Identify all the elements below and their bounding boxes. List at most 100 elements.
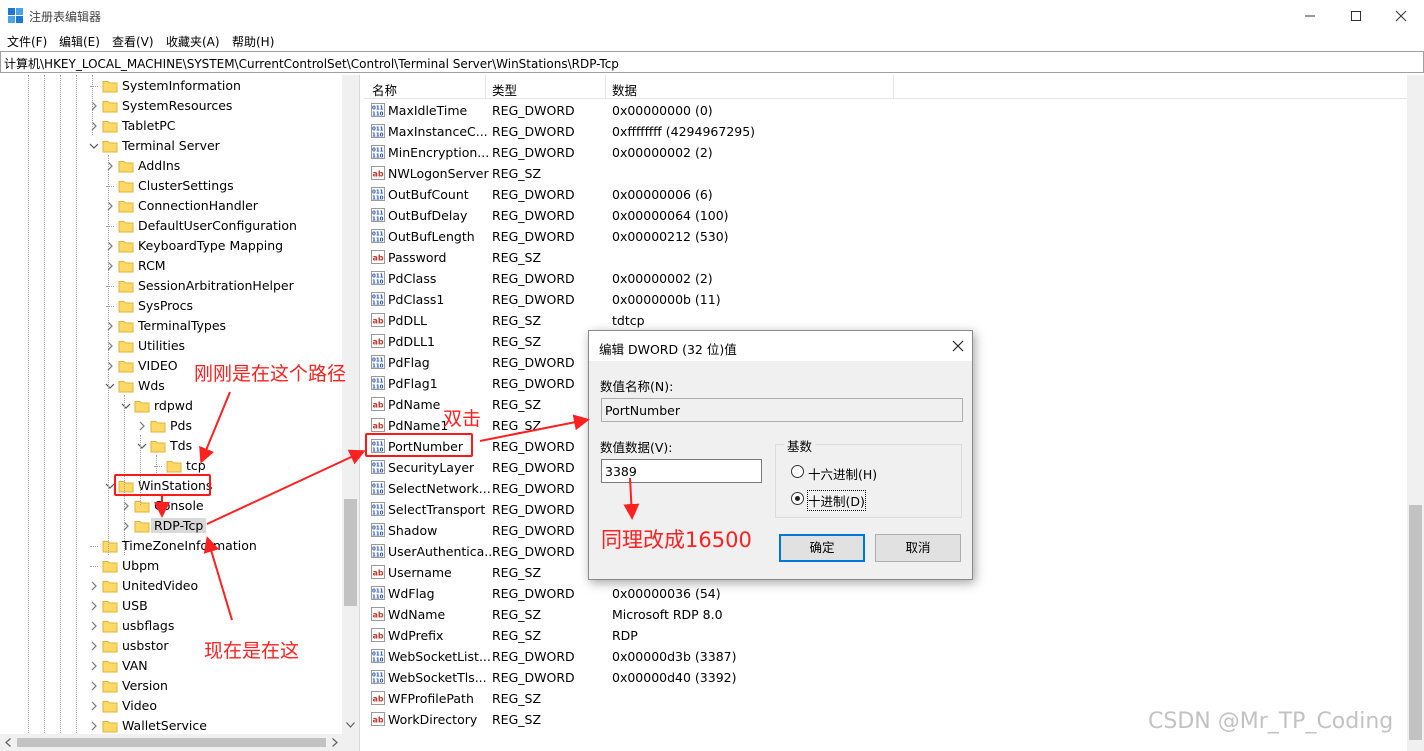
tree-item-label[interactable]: USB <box>122 598 148 613</box>
table-row[interactable]: 011 110 WdFlag REG_DWORD 0x00000036 (54) <box>364 583 1404 604</box>
chevron-down-icon[interactable] <box>88 140 100 152</box>
cancel-button[interactable]: 取消 <box>875 534 961 562</box>
menu-view[interactable]: 查看(V) <box>112 33 154 50</box>
chevron-right-icon[interactable] <box>120 520 132 532</box>
tree-item[interactable]: RCM <box>0 256 340 276</box>
tree-item[interactable]: SysProcs <box>0 296 340 316</box>
table-row[interactable]: 011 110 MaxInstanceC... REG_DWORD 0xffffffff… <box>364 121 1404 142</box>
tree-vertical-scrollbar[interactable] <box>342 75 359 734</box>
tree-item-label[interactable]: RDP-Tcp <box>151 518 207 533</box>
tree-item[interactable]: tcp <box>0 456 340 476</box>
tree-item-label[interactable]: tcp <box>186 458 206 473</box>
tree-item-label[interactable]: Wds <box>138 378 165 393</box>
chevron-right-icon[interactable] <box>88 640 100 652</box>
scroll-right-arrow-icon[interactable] <box>332 738 338 747</box>
tree-item[interactable]: Terminal Server <box>0 136 340 156</box>
table-row[interactable]: ab NWLogonServer REG_SZ <box>364 163 1404 184</box>
tree-item-label[interactable]: Terminal Server <box>122 138 220 153</box>
menu-edit[interactable]: 编辑(E) <box>59 33 100 50</box>
tree-item[interactable]: UnitedVideo <box>0 576 340 596</box>
tree-item[interactable]: Tds <box>0 436 340 456</box>
table-row[interactable]: 011 110 MinEncryption... REG_DWORD 0x0000000… <box>364 142 1404 163</box>
tree-item-label[interactable]: rdpwd <box>154 398 193 413</box>
tree-item[interactable]: Utilities <box>0 336 340 356</box>
tree-item[interactable]: Ubpm <box>0 556 340 576</box>
tree-item-label[interactable]: Video <box>122 698 157 713</box>
tree-item-label[interactable]: usbstor <box>122 638 169 653</box>
dec-radio[interactable] <box>791 492 804 505</box>
column-divider[interactable] <box>485 75 486 99</box>
dialog-close-icon[interactable] <box>952 340 964 352</box>
tree-item-label[interactable]: Console <box>154 498 204 513</box>
dec-radio-label[interactable]: 十进制(D) <box>807 490 866 511</box>
tree-item-label[interactable]: DefaultUserConfiguration <box>138 218 297 233</box>
tree-item[interactable]: Console <box>0 496 340 516</box>
column-divider[interactable] <box>605 75 606 99</box>
tree-item[interactable]: usbflags <box>0 616 340 636</box>
table-row[interactable]: 011 110 OutBufDelay REG_DWORD 0x00000064 (10… <box>364 205 1404 226</box>
table-row[interactable]: ab Password REG_SZ <box>364 247 1404 268</box>
tree-item[interactable]: WalletService <box>0 716 340 736</box>
table-row[interactable]: 011 110 WebSocketTls... REG_DWORD 0x00000d40… <box>364 667 1404 688</box>
chevron-right-icon[interactable] <box>88 580 100 592</box>
chevron-right-icon[interactable] <box>88 600 100 612</box>
table-row[interactable]: 011 110 PdClass REG_DWORD 0x00000002 (2) <box>364 268 1404 289</box>
column-divider[interactable] <box>893 75 894 99</box>
tree-item[interactable]: USB <box>0 596 340 616</box>
list-scroll-thumb[interactable] <box>1409 505 1422 740</box>
column-data[interactable]: 数据 <box>612 80 637 99</box>
table-row[interactable]: 011 110 OutBufLength REG_DWORD 0x00000212 (5… <box>364 226 1404 247</box>
tree-item-label[interactable]: SessionArbitrationHelper <box>138 278 294 293</box>
chevron-right-icon[interactable] <box>88 680 100 692</box>
tree-item-label[interactable]: ClusterSettings <box>138 178 234 193</box>
tree-item[interactable]: ClusterSettings <box>0 176 340 196</box>
menu-help[interactable]: 帮助(H) <box>232 33 274 50</box>
hex-radio[interactable] <box>791 465 804 478</box>
tree-item-label[interactable]: TerminalTypes <box>138 318 226 333</box>
chevron-right-icon[interactable] <box>104 200 116 212</box>
tree-item-label[interactable]: VIDEO <box>138 358 178 373</box>
tree-item[interactable]: Video <box>0 696 340 716</box>
tree-item-label[interactable]: WalletService <box>122 718 207 733</box>
chevron-down-icon[interactable] <box>120 400 132 412</box>
tree-item-label[interactable]: TabletPC <box>122 118 176 133</box>
ok-button[interactable]: 确定 <box>779 534 865 562</box>
scroll-left-arrow-icon[interactable] <box>5 738 11 747</box>
address-bar[interactable]: 计算机\HKEY_LOCAL_MACHINE\SYSTEM\CurrentCon… <box>0 51 1424 73</box>
table-row[interactable]: 011 110 WebSocketList... REG_DWORD 0x00000d3… <box>364 646 1404 667</box>
chevron-right-icon[interactable] <box>104 260 116 272</box>
tree-item-label[interactable]: SystemResources <box>122 98 232 113</box>
table-row[interactable]: ab PdDLL REG_SZ tdtcp <box>364 310 1404 331</box>
table-row[interactable]: ab WdName REG_SZ Microsoft RDP 8.0 <box>364 604 1404 625</box>
value-name-field[interactable] <box>601 398 963 422</box>
tree-item[interactable]: SystemInformation <box>0 76 340 96</box>
tree-item-label[interactable]: TimeZoneInformation <box>122 538 257 553</box>
close-button[interactable] <box>1378 0 1424 31</box>
tree-item-label[interactable]: SystemInformation <box>122 78 241 93</box>
tree-item[interactable]: KeyboardType Mapping <box>0 236 340 256</box>
hex-radio-label[interactable]: 十六进制(H) <box>808 464 877 483</box>
tree-item[interactable]: DefaultUserConfiguration <box>0 216 340 236</box>
table-row[interactable]: ab WFProfilePath REG_SZ <box>364 688 1404 709</box>
chevron-right-icon[interactable] <box>136 420 148 432</box>
tree-item[interactable]: Pds <box>0 416 340 436</box>
tree-item[interactable]: AddIns <box>0 156 340 176</box>
tree-item-label[interactable]: UnitedVideo <box>122 578 198 593</box>
tree-item[interactable]: TerminalTypes <box>0 316 340 336</box>
chevron-right-icon[interactable] <box>88 620 100 632</box>
list-vertical-scrollbar[interactable] <box>1407 75 1424 751</box>
chevron-right-icon[interactable] <box>120 500 132 512</box>
value-data-field[interactable] <box>601 459 762 483</box>
chevron-right-icon[interactable] <box>88 720 100 732</box>
table-row[interactable]: ab WdPrefix REG_SZ RDP <box>364 625 1404 646</box>
minimize-button[interactable] <box>1287 0 1333 31</box>
tree-item-label[interactable]: AddIns <box>138 158 180 173</box>
chevron-right-icon[interactable] <box>104 340 116 352</box>
column-type[interactable]: 类型 <box>492 80 517 99</box>
tree-item[interactable]: RDP-Tcp <box>0 516 340 536</box>
tree-item-label[interactable]: ConnectionHandler <box>138 198 258 213</box>
tree-item[interactable]: ConnectionHandler <box>0 196 340 216</box>
chevron-right-icon[interactable] <box>88 120 100 132</box>
table-row[interactable]: 011 110 OutBufCount REG_DWORD 0x00000006 (6) <box>364 184 1404 205</box>
chevron-right-icon[interactable] <box>104 360 116 372</box>
